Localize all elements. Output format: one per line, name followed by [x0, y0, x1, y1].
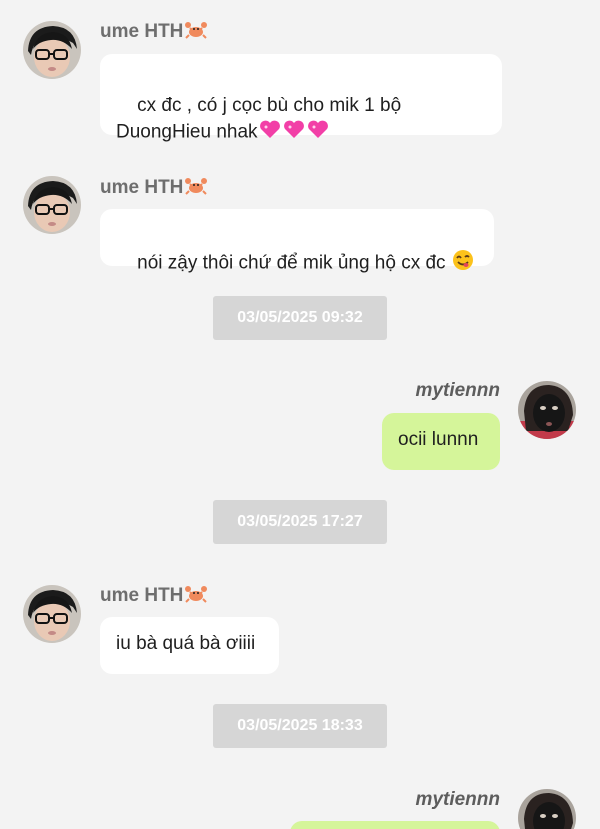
crab-emoji-icon [184, 20, 208, 46]
timestamp-divider: 03/05/2025 09:32 [213, 296, 387, 340]
sender-name: ume HTH [100, 176, 208, 202]
timestamp-divider: 03/05/2025 17:27 [213, 500, 387, 544]
crab-emoji-icon [184, 584, 208, 610]
sender-name: ume HTH [100, 20, 208, 46]
sender-name: ume HTH [100, 584, 208, 610]
my-avatar[interactable] [518, 381, 576, 439]
person-glasses-avatar-icon [23, 176, 81, 234]
contact-avatar[interactable] [23, 585, 81, 643]
person-face-mask-avatar-icon [518, 381, 576, 439]
person-face-mask-avatar-icon [518, 789, 576, 829]
message-bubble[interactable]: nói zậy thôi chứ để mik ủng hộ cx đc [100, 209, 494, 274]
my-avatar[interactable] [518, 789, 576, 829]
message-bubble[interactable]: iu bà quá bà ơiiii [100, 617, 279, 674]
person-glasses-avatar-icon [23, 585, 81, 643]
my-message-bubble[interactable]: ocii lunnn [382, 413, 500, 470]
chat-thread[interactable]: ume HTH cx đc , có j cọc bù cho mik 1 bộ… [0, 0, 600, 829]
my-message-bubble[interactable] [290, 821, 500, 829]
contact-avatar[interactable] [23, 21, 81, 79]
crab-emoji-icon [184, 176, 208, 202]
person-glasses-avatar-icon [23, 21, 81, 79]
my-sender-name: mytiennn [415, 380, 500, 401]
my-sender-name: mytiennn [415, 789, 500, 810]
contact-avatar[interactable] [23, 176, 81, 234]
yum-face-emoji-icon [451, 248, 475, 279]
message-bubble[interactable]: cx đc , có j cọc bù cho mik 1 bộ DuongHi… [100, 54, 502, 143]
timestamp-divider: 03/05/2025 18:33 [213, 704, 387, 748]
pink-hearts-emoji-icon [258, 118, 330, 147]
